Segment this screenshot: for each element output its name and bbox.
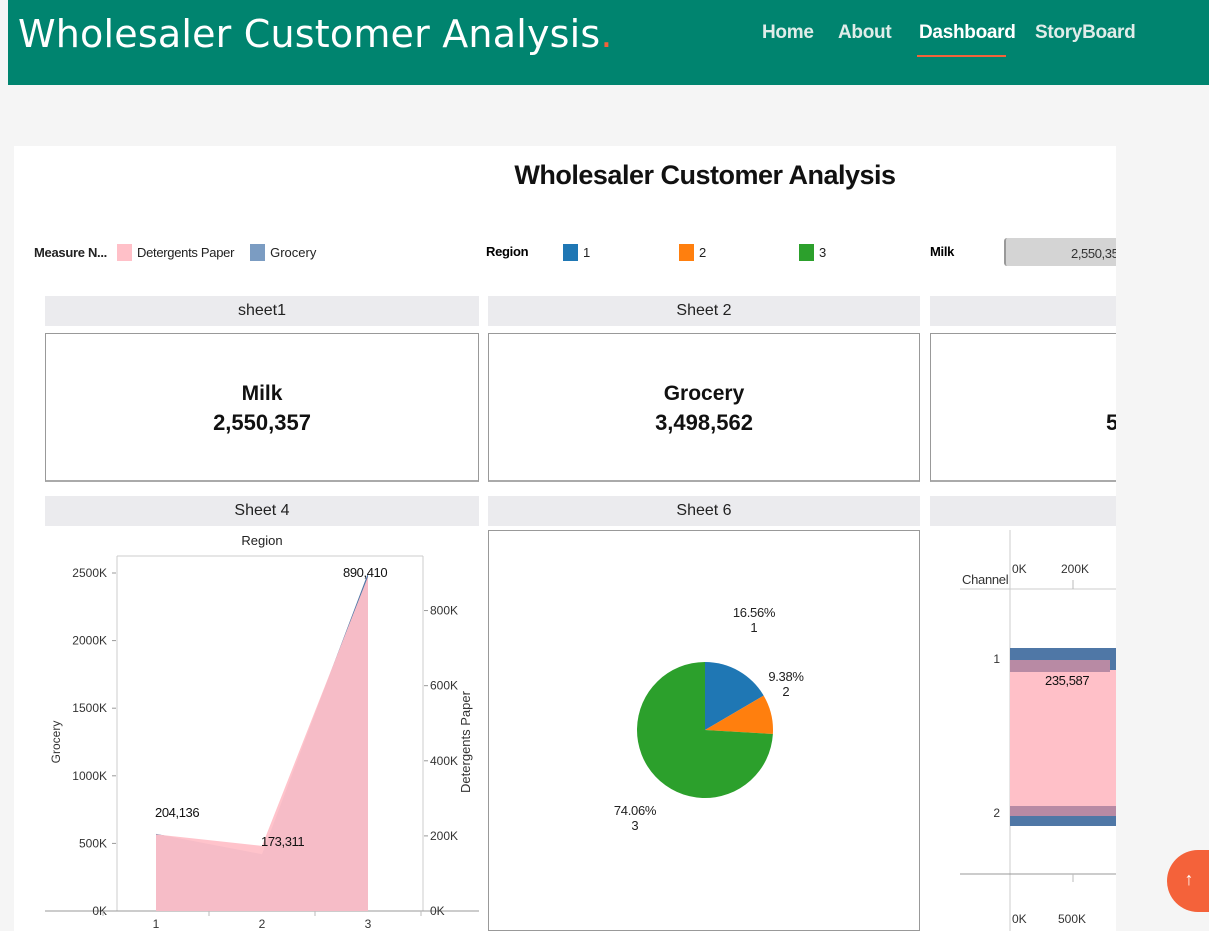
brand-title[interactable]: Wholesaler Customer Analysis. [18,12,613,56]
y2-tick-label: 800K [430,604,458,618]
top-navbar: Wholesaler Customer Analysis. Home About… [8,0,1209,85]
bottom-tick-label: 0K [1012,912,1027,926]
measure-legend: Measure N... Detergents Paper Grocery [34,244,316,261]
milk-kpi-value: 2,550,357 [213,410,311,435]
top-tick-label: 200K [1061,562,1089,576]
legend-swatch-region-2[interactable] [679,244,694,261]
pie-category-label: 3 [631,818,638,833]
y2-axis-label: Detergents Paper [458,690,473,793]
sheet7-chart-panel[interactable]: Channel 0K 200K 1 2 235,587 0K 500K [930,530,1116,931]
x-tick-label: 2 [259,917,266,931]
y-axis-label: Grocery [49,721,63,764]
sheet2-title: Sheet 2 [488,296,920,326]
milk-filter-value: 2,550,357 [1071,246,1116,261]
milk-kpi-label: Milk [241,382,283,405]
milk-filter-title: Milk [930,244,955,259]
y-tick-label: 0K [92,904,107,918]
sheet6-title: Sheet 6 [488,496,920,526]
sheet7-title [930,496,1116,526]
legend-label-region-3[interactable]: 3 [819,245,826,260]
channel-label: 1 [993,652,1000,666]
dashboard-frame: Wholesaler Customer Analysis Measure N..… [14,146,1116,931]
milk-kpi-card[interactable]: Milk 2,550,357 [45,333,479,482]
pie-pct-label: 9.38% [768,669,804,684]
chart-title: Region [241,533,282,548]
legend-swatch-region-1[interactable] [563,244,578,261]
bottom-tick-label: 500K [1058,912,1086,926]
pie-pct-label: 74.06% [614,803,657,818]
arrow-up-icon: ↑ [1184,869,1194,889]
pie-category-label: 2 [782,684,789,699]
y-tick-label: 2500K [72,566,107,580]
nav-about[interactable]: About [838,22,892,44]
legend-label-detergents[interactable]: Detergents Paper [137,245,234,260]
sheet3-kpi-card[interactable]: 5 [930,333,1116,482]
sheet6-chart-panel[interactable]: 16.56% 1 9.38% 2 74.06% 3 [488,530,920,931]
x-tick-label: 3 [365,917,372,931]
y2-tick-label: 600K [430,679,458,693]
region-legend-item-1[interactable]: 1 [563,244,590,261]
y-tick-label: 1000K [72,769,107,783]
region-legend-title: Region [486,244,529,259]
pie-pct-label: 16.56% [733,605,776,620]
region-area-chart[interactable]: Region 0K 500K 1000K 1500K 2000K 2500K 0K 200K 40… [45,530,479,931]
y-tick-label: 1500K [72,701,107,715]
channel-axis-label: Channel [962,572,1009,587]
data-label: 204,136 [155,805,199,820]
channel-2-grocery-bar [1010,816,1116,826]
channel-1-detergents-bar [1010,672,1116,822]
data-label: 890,410 [343,565,387,580]
measure-legend-title: Measure N... [34,245,107,260]
region-legend-item-2[interactable]: 2 [679,244,706,261]
sheet1-title: sheet1 [45,296,479,326]
y2-tick-label: 200K [430,829,458,843]
y-tick-label: 2000K [72,634,107,648]
legend-swatch-region-3[interactable] [799,244,814,261]
detergents-area [156,576,368,911]
legend-swatch-grocery[interactable] [250,244,266,261]
grocery-kpi-value: 3,498,562 [655,410,753,435]
data-label: 235,587 [1045,673,1089,688]
y2-tick-label: 0K [430,904,445,918]
channel-2-overlap [1010,806,1116,816]
sheet3-kpi-value: 5 [1106,410,1116,435]
legend-swatch-detergents[interactable] [117,244,132,261]
legend-label-region-1[interactable]: 1 [583,245,590,260]
grocery-kpi-label: Grocery [663,382,745,405]
legend-label-grocery[interactable]: Grocery [270,245,316,260]
sheet4-title: Sheet 4 [45,496,479,526]
region-pie-chart[interactable]: 16.56%1 9.38%2 74.06%3 [489,531,919,930]
nav-dashboard[interactable]: Dashboard [919,22,1016,44]
nav-active-underline [917,55,1006,57]
scroll-top-button[interactable]: ↑ [1167,850,1209,912]
region-legend-item-3[interactable]: 3 [799,244,826,261]
data-label: 173,311 [261,834,304,849]
nav-storyboard[interactable]: StoryBoard [1035,22,1136,44]
channel-label: 2 [993,806,1000,820]
nav-home[interactable]: Home [762,22,814,44]
dashboard-title: Wholesaler Customer Analysis [514,160,896,190]
grocery-kpi-card[interactable]: Grocery 3,498,562 [488,333,920,482]
channel-1-overlap [1010,660,1110,672]
sheet3-title [930,296,1116,326]
legend-label-region-2[interactable]: 2 [699,245,706,260]
y2-tick-label: 400K [430,754,458,768]
x-tick-label: 1 [153,917,160,931]
channel-bar-chart[interactable]: Channel0K 200K12235,5870K 500K [930,530,1116,931]
top-tick-label: 0K [1012,562,1027,576]
pie-category-label: 1 [750,620,757,635]
sheet4-chart-panel[interactable]: Region 0K 500K 1000K 1500K 2000K 2500K 0K 200K 40… [45,530,479,931]
y-tick-label: 500K [79,836,107,850]
